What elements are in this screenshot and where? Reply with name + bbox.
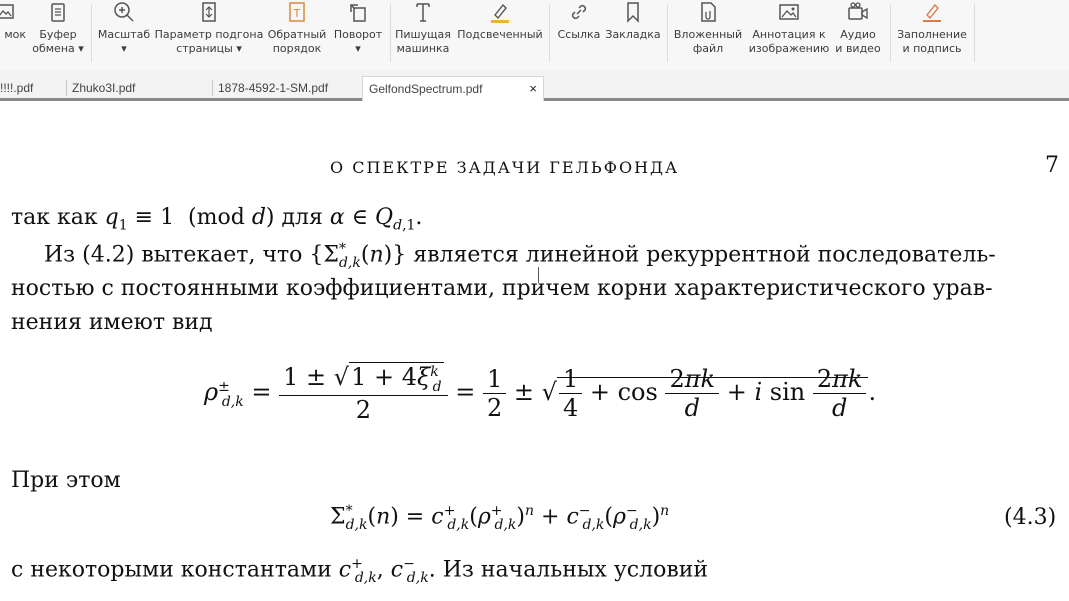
page-number: 7 (1045, 153, 1059, 178)
toolbar-divider (974, 4, 975, 62)
toolbar-label: мок (4, 28, 26, 41)
toolbar-label: Подсвеченный (457, 28, 543, 41)
toolbar-label: Параметр подгона страницы ▾ (154, 28, 264, 55)
clipboard-icon (51, 3, 65, 22)
toolbar-label: Аудио и видео (835, 28, 881, 55)
toolbar-label: Ссылка (557, 28, 601, 41)
equation-number: (4.3) (1004, 505, 1057, 530)
toolbar-button-highlighter[interactable]: Подсвеченный (456, 0, 544, 66)
toolbar-button-clipboard[interactable]: Буфер обмена ▾ (30, 0, 86, 66)
tab-label: GelfondSpectrum.pdf (369, 82, 483, 96)
tab-label: Zhuko3I.pdf (72, 81, 136, 95)
rotate-icon (350, 4, 366, 22)
link-icon (571, 4, 587, 20)
video-icon (848, 2, 868, 20)
reverse-order-icon: T (289, 2, 305, 22)
toolbar-button-image-annotation[interactable]: Аннотация к изображению (748, 0, 830, 66)
tab-document-active[interactable]: GelfondSpectrum.pdf × (362, 76, 544, 101)
running-header: О СПЕКТРЕ ЗАДАЧИ ГЕЛЬФОНДА (330, 158, 680, 177)
toolbar-divider (890, 4, 891, 62)
toolbar-label: Масштаб ▾ (97, 28, 151, 55)
image-icon (0, 4, 14, 19)
tab-document[interactable]: Zhuko3I.pdf (66, 76, 212, 101)
toolbar-divider (667, 4, 668, 62)
toolbar-button-audio-video[interactable]: Аудио и видео (832, 0, 884, 66)
toolbar-button-zoom[interactable]: Масштаб ▾ (96, 0, 152, 66)
toolbar-label: Буфер обмена ▾ (32, 28, 84, 55)
svg-text:T: T (293, 7, 301, 20)
pdf-page: О СПЕКТРЕ ЗАДАЧИ ГЕЛЬФОНДА 7 так как q1 … (0, 101, 1069, 601)
image-annotation-icon (779, 4, 799, 20)
toolbar-divider (549, 4, 550, 62)
tab-label: 1878-4592-1-SM.pdf (218, 81, 329, 95)
text-line: Из (4.2) вытекает, что {Σ*d,k(n)} являет… (44, 241, 996, 271)
text-line: так как q1 ≡ 1 (mod d) для α ∈ Qd,1. (11, 205, 423, 234)
toolbar-button-typewriter[interactable]: Пишущая машинка (394, 0, 452, 66)
text-line: нения имеют вид (11, 310, 213, 335)
toolbar-button-link[interactable]: Ссылка (556, 0, 602, 66)
toolbar-button-fill-sign[interactable]: Заполнение и подпись (894, 0, 970, 66)
toolbar-label: Закладка (605, 28, 661, 41)
text-line: с некоторыми константами c+d,k, c−d,k. И… (11, 556, 709, 586)
toolbar-label: Аннотация к изображению (748, 28, 830, 55)
highlighter-icon (491, 3, 509, 23)
typewriter-icon (416, 3, 430, 22)
tab-label: !!!!.pdf (0, 81, 34, 95)
attachment-icon (701, 2, 716, 22)
toolbar-label: Заполнение и подпись (897, 28, 967, 55)
text-line: ностью с постоянными коэффициентами, при… (11, 276, 993, 301)
formula-roots: ρ±d,k = 1 ± √1 + 4ξkd 2 = 12 ± √ 1 4 + cos … (204, 362, 877, 424)
toolbar-button-bookmark[interactable]: Закладка (604, 0, 662, 66)
text-line: При этом (11, 468, 121, 493)
fit-page-icon (202, 2, 216, 22)
toolbar-label: Пишущая машинка (395, 28, 451, 55)
toolbar-label: Поворот ▾ (333, 28, 383, 55)
toolbar-divider (91, 4, 92, 62)
text-cursor (538, 267, 545, 283)
tab-document[interactable]: !!!!.pdf (0, 76, 64, 101)
ribbon-toolbar: мок Буфер обмена ▾ Масштаб ▾ Параметр по… (0, 0, 1069, 70)
toolbar-label: Вложенный файл (673, 28, 743, 55)
toolbar-label: Обратный порядок (267, 28, 327, 55)
toolbar-button-attachment[interactable]: Вложенный файл (672, 0, 744, 66)
document-tab-bar: !!!!.pdf Zhuko3I.pdf 1878-4592-1-SM.pdf … (0, 70, 1069, 101)
toolbar-button-snapshot[interactable]: мок (0, 0, 30, 66)
toolbar-button-rotate[interactable]: Поворот ▾ (330, 0, 386, 66)
formula-sigma: Σ*d,k(n) = c+d,k(ρ+d,k)n + c−d,k(ρ−d,k)n (330, 503, 670, 533)
bookmark-icon (627, 2, 639, 23)
toolbar-divider (390, 4, 391, 62)
close-tab-icon[interactable]: × (529, 77, 537, 101)
zoom-in-icon (114, 2, 134, 22)
fill-sign-icon (923, 3, 941, 22)
toolbar-button-reverse-order[interactable]: T Обратный порядок (266, 0, 328, 66)
toolbar-button-fit-page[interactable]: Параметр подгона страницы ▾ (154, 0, 264, 66)
tab-document[interactable]: 1878-4592-1-SM.pdf (212, 76, 362, 101)
